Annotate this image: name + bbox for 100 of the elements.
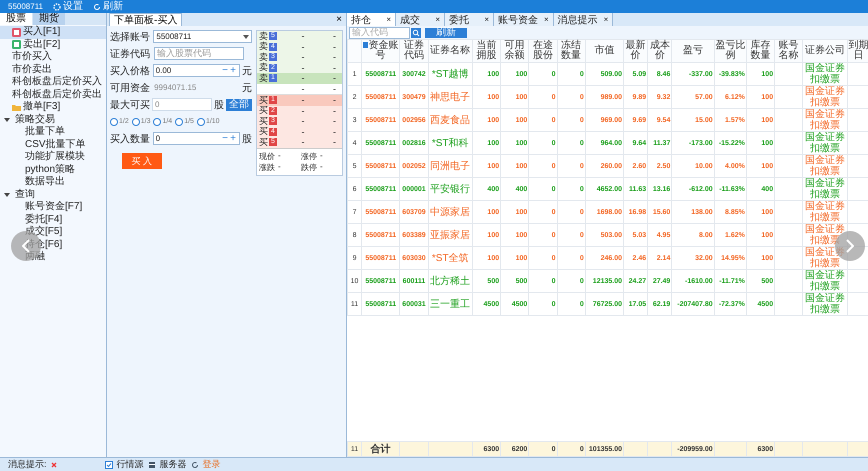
close-icon[interactable]: × <box>484 15 489 24</box>
sell-icon <box>12 40 21 50</box>
column-header[interactable]: 可用余额 <box>500 40 529 62</box>
tree-item[interactable]: 功能扩展模块 <box>0 151 106 164</box>
close-icon[interactable]: × <box>386 15 391 24</box>
table-cell: 亚振家居 <box>428 224 472 246</box>
table-cell: 同洲电子 <box>428 154 472 178</box>
column-header[interactable]: 盈亏比例 <box>714 40 746 62</box>
tree-group[interactable]: 策略交易 <box>15 114 55 126</box>
refresh-button[interactable]: 刷新 <box>425 28 467 38</box>
unit-label: 元 <box>242 82 252 94</box>
tree-item[interactable]: 两融 <box>0 251 106 264</box>
sidebar-tab[interactable]: 股票 <box>0 13 32 25</box>
view-tab[interactable]: 账号资金 × <box>494 13 554 26</box>
server-label: 服务器 <box>160 458 187 471</box>
folder-icon <box>12 102 21 112</box>
field-label: 证券代码 <box>110 48 151 60</box>
menu-item[interactable]: 科创板盘后定价买入 <box>0 76 106 88</box>
column-header[interactable]: 最新价 <box>624 40 648 62</box>
column-header[interactable]: 在途股份 <box>528 40 558 62</box>
column-header[interactable]: 当前拥股 <box>472 40 501 62</box>
view-tab[interactable]: 持仓 × <box>347 13 396 26</box>
account-select[interactable]: 55008711 <box>153 30 252 43</box>
menu-item[interactable]: 市价卖出 <box>0 64 106 76</box>
menu-item[interactable]: 市价买入 <box>0 51 106 64</box>
tree-item[interactable]: python策略 <box>0 164 106 176</box>
checkbox-icon[interactable] <box>104 460 113 468</box>
status-label: 消息提示: <box>8 458 47 471</box>
close-button[interactable]: × <box>332 13 346 26</box>
table-cell: 国金证券扣缴票 <box>802 108 848 132</box>
quantity-field[interactable]: 0 − + <box>152 132 240 145</box>
view-tab[interactable]: 消息提示 × <box>554 13 614 26</box>
stat-value: - <box>278 150 281 162</box>
menu-item[interactable]: 撤单[F3] <box>0 101 106 114</box>
max-value: 0 <box>152 98 212 111</box>
column-header[interactable]: 到期日 <box>847 40 868 62</box>
tree-group[interactable]: 查询 <box>15 188 35 201</box>
tree-item[interactable]: 批量下单 <box>0 126 106 138</box>
tree-item[interactable]: 账号资金[F7] <box>0 201 106 214</box>
table-cell: 国金证券扣缴票 <box>802 292 848 316</box>
column-header[interactable]: 证券名称 <box>428 40 472 62</box>
column-header[interactable]: 账号名称 <box>774 40 803 62</box>
search-field[interactable]: 输入代码 <box>349 26 410 38</box>
menu-item[interactable]: 科创板盘后定价卖出 <box>0 88 106 101</box>
price-field[interactable]: 0.00 − + <box>152 64 240 77</box>
refresh-button[interactable]: 刷新 <box>93 1 123 12</box>
tree-item[interactable]: 成交[F5] <box>0 226 106 238</box>
table-cell: *ST和科 <box>428 132 472 154</box>
column-header[interactable]: 成本价 <box>648 40 672 62</box>
tree-item[interactable]: CSV批量下单 <box>0 138 106 151</box>
chevron-right-icon <box>846 239 854 253</box>
panel-tab[interactable]: 下单面板-买入 <box>109 13 182 26</box>
settings-icon <box>53 2 61 10</box>
search-icon[interactable] <box>411 28 421 38</box>
table-cell: 中源家居 <box>428 200 472 224</box>
stat-label: 现价 <box>259 150 275 162</box>
error-icon <box>50 462 57 468</box>
table-cell: 国金证券扣缴票 <box>802 86 848 108</box>
dropdown-icon <box>243 34 249 38</box>
all-button[interactable]: 全部 <box>226 98 252 110</box>
stat-value: - <box>278 162 281 172</box>
tree-item[interactable]: 委托[F4] <box>0 214 106 226</box>
column-header[interactable]: 盈亏 <box>672 40 714 62</box>
stat-label: 涨跌 <box>259 162 275 172</box>
column-header[interactable]: 证券代码 <box>400 40 428 62</box>
sort-icon <box>362 42 368 48</box>
column-header[interactable]: 资金账号 <box>362 40 400 62</box>
settings-button[interactable]: 设置 <box>53 1 83 12</box>
view-tab[interactable]: 成交 × <box>396 13 445 26</box>
field-label: 买入价格 <box>110 64 151 78</box>
field-label: 买入数量 <box>110 132 151 146</box>
close-icon[interactable]: × <box>435 15 440 24</box>
field-label: 选择账号 <box>110 30 151 44</box>
unit-label: 元 <box>242 64 252 78</box>
sidebar-tab[interactable]: 期货 <box>33 13 65 25</box>
table-cell: 国金证券扣缴票 <box>802 178 848 200</box>
column-header[interactable]: 市值 <box>585 40 624 62</box>
table-cell: 国金证券扣缴票 <box>802 132 848 154</box>
stat-label: 涨停 <box>301 150 317 162</box>
server-icon <box>148 460 156 468</box>
table-cell: 国金证券扣缴票 <box>802 270 848 292</box>
caret-icon[interactable] <box>4 116 10 123</box>
close-icon[interactable]: × <box>544 15 549 24</box>
code-field[interactable]: 输入股票代码 <box>154 47 244 60</box>
unit-label: 股 <box>242 132 252 146</box>
column-header[interactable]: 证券公司 <box>802 40 848 62</box>
menu-item[interactable]: 卖出[F2] <box>0 38 106 51</box>
column-header[interactable]: 冻结数量 <box>557 40 586 62</box>
view-tab[interactable]: 委托 × <box>445 13 494 26</box>
menu-item[interactable]: 买入[F1] <box>0 26 106 38</box>
refresh-icon <box>93 2 101 10</box>
tree-item[interactable]: 数据导出 <box>0 176 106 188</box>
close-icon[interactable]: × <box>604 15 608 24</box>
field-label: 最大可买 <box>110 98 150 112</box>
table-cell: *ST越博 <box>428 62 472 86</box>
table-cell: 国金证券扣缴票 <box>802 62 848 86</box>
unit-label: 股 <box>214 98 224 112</box>
table-cell: 平安银行 <box>428 178 472 200</box>
caret-icon[interactable] <box>4 192 10 198</box>
column-header[interactable]: 库存数量 <box>746 40 775 62</box>
